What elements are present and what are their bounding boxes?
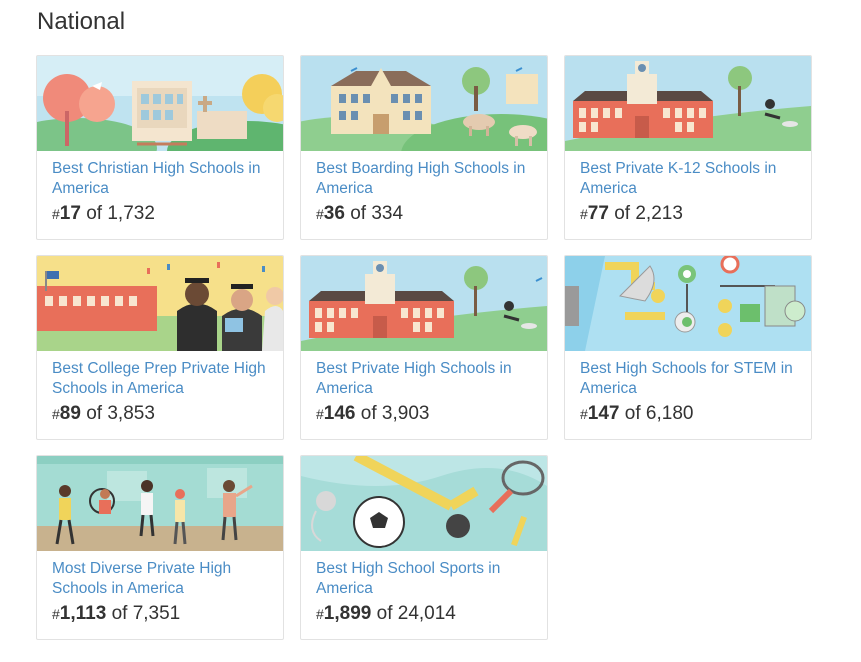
rank-number: 17	[59, 203, 81, 224]
rank-number: 77	[587, 203, 609, 224]
ranking-card-college-prep[interactable]: Best College Prep Private High Schools i…	[36, 255, 284, 440]
card-rank: #89 of 3,853	[52, 403, 269, 425]
rank-total: of 3,903	[360, 403, 430, 424]
rank-hash: #	[316, 206, 324, 222]
private-campus-illustration-icon[interactable]	[565, 56, 811, 151]
rank-total: of 2,213	[614, 203, 683, 224]
rank-total: of 24,014	[376, 603, 456, 624]
rank-hash: #	[316, 606, 324, 622]
card-rank: #147 of 6,180	[580, 403, 797, 425]
rank-total: of 334	[350, 203, 404, 224]
rank-number: 1,113	[59, 603, 107, 624]
ranking-card-diverse[interactable]: Most Diverse Private High Schools in Ame…	[36, 455, 284, 640]
rank-number: 146	[323, 403, 356, 424]
rank-hash: #	[580, 206, 588, 222]
ranking-card-boarding[interactable]: Best Boarding High Schools in America #3…	[300, 55, 548, 240]
card-title-link[interactable]: Most Diverse Private High Schools in Ame…	[52, 559, 269, 598]
rank-total: of 6,180	[624, 403, 694, 424]
card-title-link[interactable]: Best Christian High Schools in America	[52, 159, 269, 198]
rank-number: 36	[323, 203, 345, 224]
card-title-link[interactable]: Best Private K-12 Schools in America	[580, 159, 797, 198]
private-campus-illustration-icon[interactable]	[301, 256, 547, 351]
rank-total: of 3,853	[86, 403, 155, 424]
ranking-card-stem[interactable]: Best High Schools for STEM in America #1…	[564, 255, 812, 440]
ranking-card-christian[interactable]: Best Christian High Schools in America #…	[36, 55, 284, 240]
ranking-card-sports[interactable]: Best High School Sports in America #1,89…	[300, 455, 548, 640]
card-rank: #36 of 334	[316, 203, 533, 225]
diverse-students-illustration-icon[interactable]	[37, 456, 283, 551]
card-title-link[interactable]: Best College Prep Private High Schools i…	[52, 359, 269, 398]
sports-illustration-icon[interactable]	[301, 456, 547, 551]
rank-total: of 1,732	[86, 203, 155, 224]
card-rank: #1,113 of 7,351	[52, 603, 269, 625]
rank-number: 89	[59, 403, 81, 424]
rank-hash: #	[52, 606, 60, 622]
card-rank: #17 of 1,732	[52, 203, 269, 225]
card-title-link[interactable]: Best High Schools for STEM in America	[580, 359, 797, 398]
card-rank: #1,899 of 24,014	[316, 603, 533, 625]
card-rank: #146 of 3,903	[316, 403, 533, 425]
stem-illustration-icon[interactable]	[565, 256, 811, 351]
rank-number: 1,899	[323, 603, 372, 624]
rank-hash: #	[52, 206, 60, 222]
card-title-link[interactable]: Best Boarding High Schools in America	[316, 159, 533, 198]
card-rank: #77 of 2,213	[580, 203, 797, 225]
rank-total: of 7,351	[111, 603, 181, 624]
rank-hash: #	[52, 406, 60, 422]
section-title: National	[37, 8, 126, 35]
ranking-card-private-high[interactable]: Best Private High Schools in America #14…	[300, 255, 548, 440]
graduates-illustration-icon[interactable]	[37, 256, 283, 351]
ranking-card-k12[interactable]: Best Private K-12 Schools in America #77…	[564, 55, 812, 240]
rankings-grid: Best Christian High Schools in America #…	[36, 55, 812, 640]
card-title-link[interactable]: Best High School Sports in America	[316, 559, 533, 598]
card-title-link[interactable]: Best Private High Schools in America	[316, 359, 533, 398]
rank-hash: #	[580, 406, 588, 422]
church-school-illustration-icon[interactable]	[37, 56, 283, 151]
rank-number: 147	[587, 403, 620, 424]
rank-hash: #	[316, 406, 324, 422]
boarding-campus-illustration-icon[interactable]	[301, 56, 547, 151]
